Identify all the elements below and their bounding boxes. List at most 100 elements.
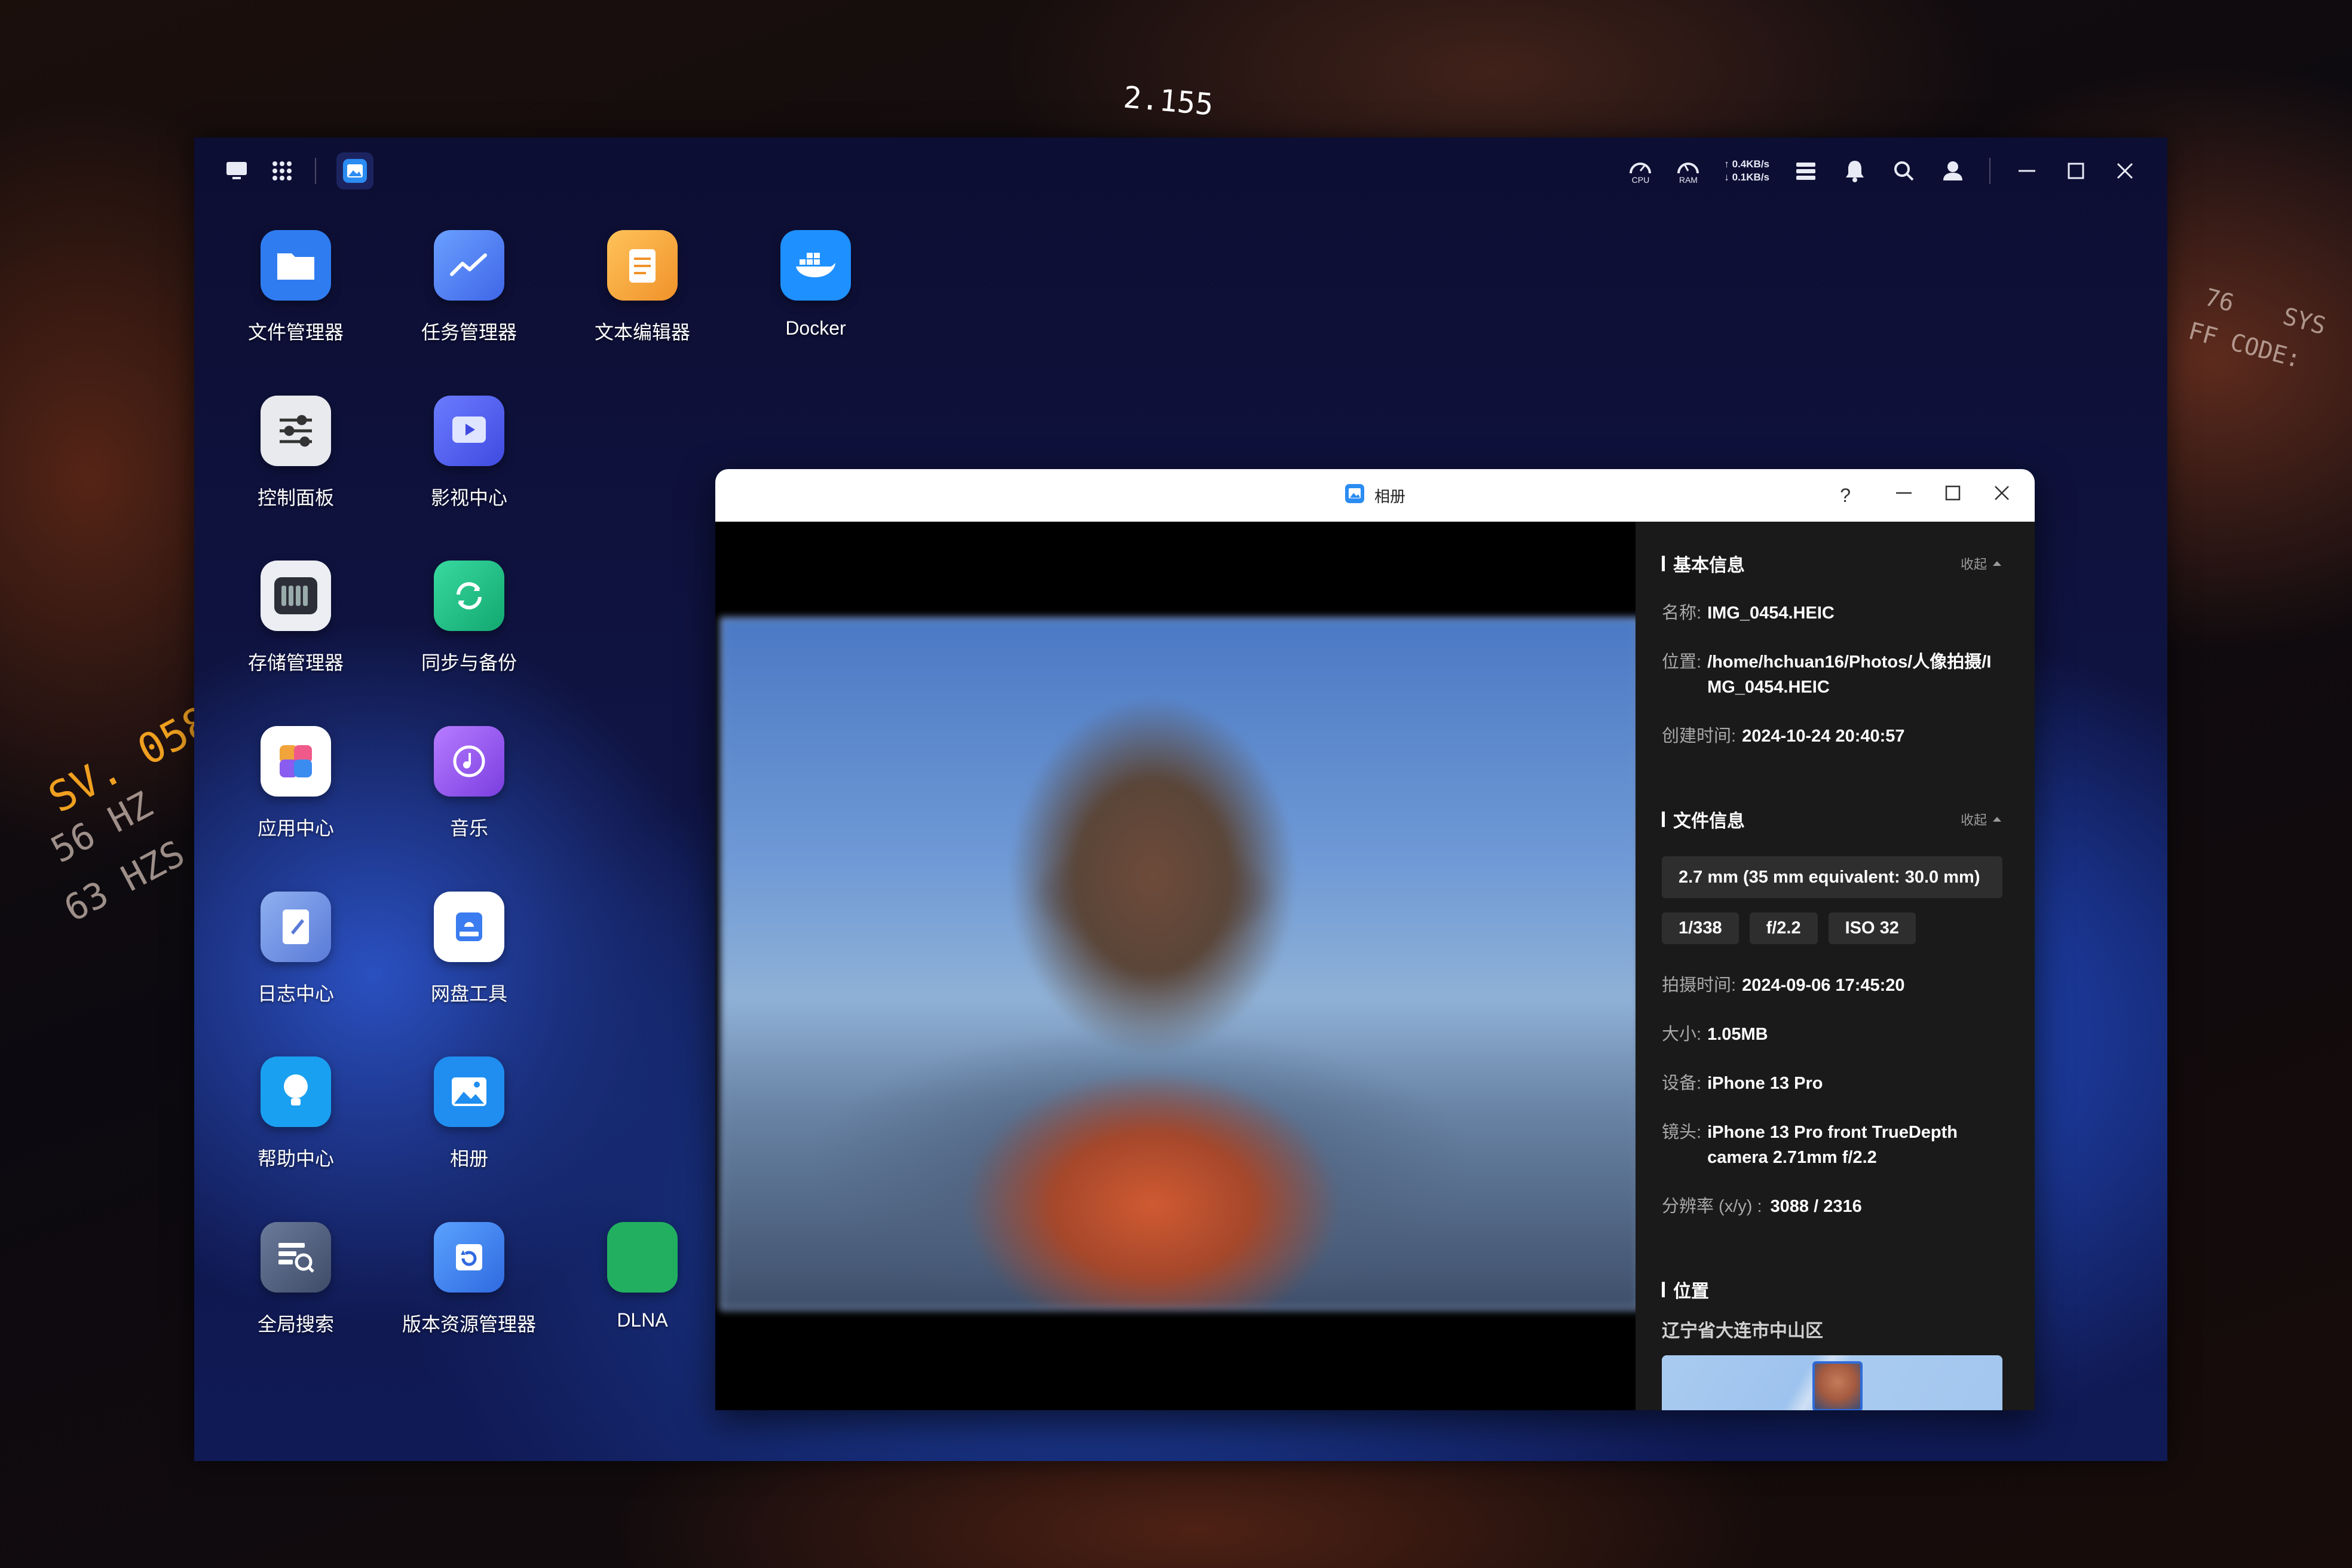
deco-text: 76 (2201, 283, 2237, 318)
photo-icon (434, 1056, 504, 1127)
app-dlna[interactable]: DLNA (556, 1222, 729, 1331)
photo-map-marker[interactable] (1812, 1361, 1863, 1410)
name-value: IMG_0454.HEIC (1707, 604, 1835, 623)
app-storage-manager[interactable]: 存储管理器 (209, 561, 382, 675)
storage-icon (261, 561, 331, 631)
help-button[interactable]: ? (1840, 485, 1851, 507)
close-icon[interactable] (1993, 484, 2011, 507)
bell-icon[interactable] (1842, 158, 1867, 183)
notepad-icon (607, 230, 678, 301)
app-global-search[interactable]: 全局搜索 (209, 1222, 382, 1337)
file-info-collapse[interactable]: 收起 (1961, 810, 2002, 829)
resolution-label: 分辨率 (x/y) : (1662, 1197, 1762, 1216)
album-title-bar[interactable]: 相册 ? (715, 469, 2035, 522)
cpu-label: CPU (1631, 175, 1650, 185)
topbar-left (194, 152, 373, 189)
app-task-manager[interactable]: 任务管理器 (382, 230, 556, 345)
app-label: 版本资源管理器 (402, 1313, 536, 1335)
file-info-title: 文件信息 (1662, 806, 1745, 832)
deco-text: 2.155 (1122, 79, 1215, 122)
app-label: 帮助中心 (257, 1148, 334, 1169)
chart-icon (434, 230, 504, 301)
app-control-panel[interactable]: 控制面板 (209, 396, 382, 510)
app-grid-icon[interactable] (270, 158, 295, 183)
app-app-center[interactable]: 应用中心 (209, 726, 382, 841)
app-help-center[interactable]: 帮助中心 (209, 1056, 382, 1171)
shot-time-value: 2024-09-06 17:45:20 (1742, 976, 1905, 995)
maximize-icon[interactable] (2063, 158, 2088, 183)
basic-info-collapse[interactable]: 收起 (1961, 554, 2002, 573)
app-label: 影视中心 (430, 487, 507, 509)
topbar-divider (1989, 158, 1990, 184)
lens-value: iPhone 13 Pro front TrueDepth camera 2.7… (1707, 1123, 1958, 1167)
deco-text: SYS (2280, 302, 2329, 341)
resolution-row: 分辨率 (x/y) : 3088 / 2316 (1662, 1194, 2002, 1219)
album-title: 相册 (1345, 483, 1405, 508)
app-center-icon (261, 726, 331, 797)
album-title-text: 相册 (1374, 487, 1405, 506)
app-file-manager[interactable]: 文件管理器 (209, 230, 382, 345)
app-label: 相册 (449, 1148, 488, 1169)
place-header: 位置 (1662, 1276, 2002, 1303)
created-value: 2024-10-24 20:40:57 (1742, 727, 1905, 746)
search-icon[interactable] (1891, 158, 1916, 183)
folder-icon (261, 230, 331, 301)
place-text: 辽宁省大连市中山区 (1662, 1321, 1823, 1341)
global-search-icon (261, 1222, 331, 1293)
upload-speed: ↑ 0.4KB/s (1724, 158, 1769, 170)
basic-info-title: 基本信息 (1662, 550, 1745, 577)
desktop-icon[interactable] (224, 158, 249, 183)
app-video-center[interactable]: 影视中心 (382, 396, 556, 510)
place-title: 位置 (1662, 1276, 1709, 1303)
album-app-icon[interactable] (336, 152, 373, 189)
name-label: 名称: (1662, 604, 1702, 623)
app-album[interactable]: 相册 (382, 1056, 556, 1171)
app-label: Docker (785, 317, 846, 339)
blurred-photo (720, 617, 1640, 1310)
widgets-icon[interactable] (1793, 158, 1818, 183)
focal-length: 2.7 mm (35 mm equivalent: 30.0 mm) (1662, 856, 2002, 898)
size-label: 大小: (1662, 1025, 1702, 1044)
device-value: iPhone 13 Pro (1707, 1074, 1823, 1093)
app-music[interactable]: 音乐 (382, 726, 556, 841)
minimize-icon[interactable] (2014, 158, 2039, 183)
caret-up-icon (1993, 817, 2001, 822)
sync-icon (434, 561, 504, 631)
docker-icon (780, 230, 851, 301)
close-icon[interactable] (2112, 158, 2137, 183)
basic-info-header: 基本信息 收起 (1662, 550, 2002, 577)
ram-meter[interactable]: RAM (1676, 158, 1700, 184)
cloud-disk-icon (434, 892, 504, 962)
lens-row: 镜头: iPhone 13 Pro front TrueDepth camera… (1662, 1120, 2002, 1170)
topbar-divider (315, 158, 316, 184)
app-label: 存储管理器 (247, 652, 344, 673)
photo-viewer[interactable] (715, 522, 1640, 1410)
topbar-right: CPU RAM ↑ 0.4KB/s ↓ 0.1KB/s (1628, 158, 2167, 184)
maximize-icon[interactable] (1944, 484, 1962, 507)
app-sync-backup[interactable]: 同步与备份 (382, 561, 556, 675)
version-icon (434, 1222, 504, 1293)
app-label: 音乐 (449, 817, 488, 839)
minimize-icon[interactable] (1895, 484, 1913, 507)
app-cloud-disk-tool[interactable]: 网盘工具 (382, 892, 556, 1006)
app-log-center[interactable]: 日志中心 (209, 892, 382, 1006)
shot-time-label: 拍摄时间: (1662, 976, 1737, 995)
location-value: /home/hchuan16/Photos/人像拍摄/IMG_0454.HEIC (1707, 653, 1992, 697)
play-icon (434, 396, 504, 466)
exposure-tags: 1/338 f/2.2 ISO 32 (1662, 912, 2002, 944)
lens-label: 镜头: (1662, 1123, 1702, 1142)
location-map[interactable] (1662, 1355, 2002, 1410)
aperture-tag: f/2.2 (1749, 912, 1818, 944)
caret-up-icon (1993, 561, 2001, 566)
app-docker[interactable]: Docker (729, 230, 902, 339)
network-speed[interactable]: ↑ 0.4KB/s ↓ 0.1KB/s (1724, 158, 1769, 184)
user-icon[interactable] (1940, 158, 1965, 183)
app-version-explorer[interactable]: 版本资源管理器 (382, 1222, 556, 1337)
shot-time-row: 拍摄时间: 2024-09-06 17:45:20 (1662, 973, 2002, 998)
cpu-meter[interactable]: CPU (1628, 158, 1652, 184)
created-label: 创建时间: (1662, 727, 1737, 746)
app-label: 文件管理器 (247, 321, 344, 343)
app-text-editor[interactable]: 文本编辑器 (556, 230, 729, 345)
iso-tag: ISO 32 (1828, 912, 1916, 944)
download-speed: ↓ 0.1KB/s (1724, 172, 1769, 183)
